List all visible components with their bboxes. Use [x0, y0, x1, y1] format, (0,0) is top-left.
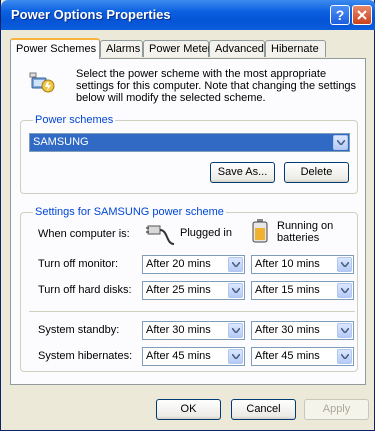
- cancel-button[interactable]: Cancel: [231, 399, 296, 420]
- chevron-down-icon[interactable]: [337, 257, 352, 272]
- select-value: After 10 mins: [255, 258, 320, 270]
- standby-battery-select[interactable]: After 30 mins: [251, 321, 354, 340]
- power-scheme-icon: [29, 72, 55, 93]
- select-value: After 45 mins: [255, 350, 320, 362]
- power-scheme-select[interactable]: SAMSUNG: [29, 133, 350, 152]
- turn-off-hard-disks-label: Turn off hard disks:: [38, 284, 132, 296]
- close-button[interactable]: [352, 5, 372, 25]
- chevron-down-icon[interactable]: [228, 349, 243, 364]
- hard-disks-plugged-select[interactable]: After 25 mins: [142, 281, 245, 300]
- standby-plugged-select[interactable]: After 30 mins: [142, 321, 245, 340]
- help-icon: ?: [335, 7, 345, 23]
- hard-disks-battery-select[interactable]: After 15 mins: [251, 281, 354, 300]
- power-scheme-value: SAMSUNG: [33, 136, 89, 148]
- select-value: After 25 mins: [146, 284, 211, 296]
- help-button[interactable]: ?: [330, 5, 350, 25]
- apply-button[interactable]: Apply: [304, 399, 369, 420]
- intro-text: Select the power scheme with the most ap…: [76, 68, 357, 104]
- save-as-button[interactable]: Save As...: [210, 162, 275, 183]
- close-icon: [357, 10, 367, 20]
- tab-hibernate[interactable]: Hibernate: [265, 40, 326, 57]
- monitor-battery-select[interactable]: After 10 mins: [251, 255, 354, 274]
- ok-button[interactable]: OK: [156, 399, 221, 420]
- plugged-in-label: Plugged in: [180, 227, 232, 239]
- tab-alarms[interactable]: Alarms: [100, 40, 143, 57]
- select-value: After 30 mins: [255, 324, 320, 336]
- tab-advanced[interactable]: Advanced: [209, 40, 265, 57]
- system-standby-label: System standby:: [38, 324, 120, 336]
- hibernates-plugged-select[interactable]: After 45 mins: [142, 347, 245, 366]
- select-value: After 45 mins: [146, 350, 211, 362]
- plug-icon: [146, 225, 175, 245]
- delete-button[interactable]: Delete: [284, 162, 349, 183]
- window-title: Power Options Properties: [11, 7, 171, 22]
- power-options-dialog: Power Options Properties ? Power Schemes…: [0, 0, 375, 431]
- title-bar[interactable]: Power Options Properties ?: [1, 0, 375, 30]
- chevron-down-icon[interactable]: [333, 135, 348, 150]
- select-value: After 20 mins: [146, 258, 211, 270]
- running-on-batteries-label: Running on batteries: [277, 220, 334, 244]
- power-schemes-legend: Power schemes: [33, 114, 116, 126]
- turn-off-monitor-label: Turn off monitor:: [38, 258, 119, 270]
- system-hibernates-label: System hibernates:: [38, 350, 133, 362]
- chevron-down-icon[interactable]: [337, 283, 352, 298]
- chevron-down-icon[interactable]: [228, 283, 243, 298]
- chevron-down-icon[interactable]: [228, 323, 243, 338]
- when-computer-is-label: When computer is:: [38, 228, 130, 240]
- settings-legend: Settings for SAMSUNG power scheme: [33, 206, 226, 218]
- battery-icon: [252, 219, 268, 243]
- settings-divider: [29, 311, 355, 312]
- hibernates-battery-select[interactable]: After 45 mins: [251, 347, 354, 366]
- tab-power-schemes[interactable]: Power Schemes: [10, 38, 100, 59]
- chevron-down-icon[interactable]: [337, 349, 352, 364]
- monitor-plugged-select[interactable]: After 20 mins: [142, 255, 245, 274]
- chevron-down-icon[interactable]: [228, 257, 243, 272]
- chevron-down-icon[interactable]: [337, 323, 352, 338]
- select-value: After 30 mins: [146, 324, 211, 336]
- tab-power-meter[interactable]: Power Meter: [143, 40, 211, 57]
- select-value: After 15 mins: [255, 284, 320, 296]
